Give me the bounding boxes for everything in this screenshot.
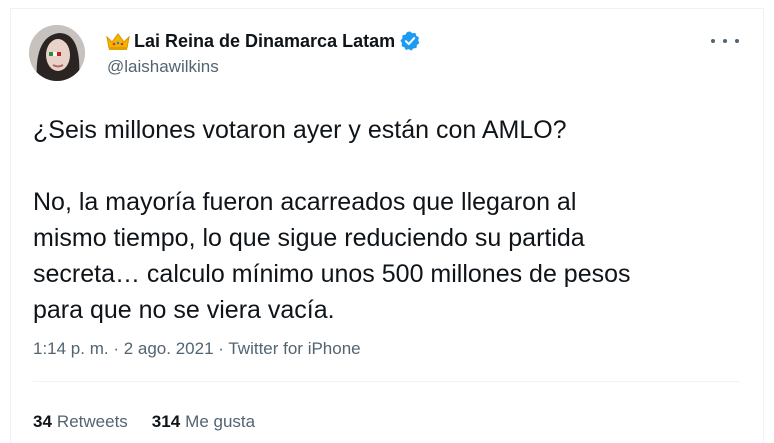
tweet-text-line: ¿Seis millones votaron ayer y están con … xyxy=(33,116,567,144)
tweet-source-link[interactable]: Twitter for iPhone xyxy=(228,339,360,358)
more-dot xyxy=(735,39,739,43)
author-display-name[interactable]: Lai Reina de Dinamarca Latam xyxy=(134,31,395,52)
tweet-card: Lai Reina de Dinamarca Latam @laishawilk… xyxy=(10,8,764,443)
tweet-date[interactable]: 2 ago. 2021 xyxy=(124,339,214,358)
tweet-text-line: mismo tiempo, lo que sigue reduciendo su… xyxy=(33,224,585,252)
likes-stat[interactable]: 314 Me gusta xyxy=(152,412,255,432)
meta-separator: · xyxy=(213,339,229,358)
retweets-count: 34 xyxy=(33,412,52,431)
avatar[interactable] xyxy=(29,25,85,81)
tweet-text-line: secreta… calculo mínimo unos 500 millone… xyxy=(33,260,631,288)
tweet-time[interactable]: 1:14 p. m. xyxy=(33,339,109,358)
more-options-icon[interactable] xyxy=(711,33,739,49)
divider xyxy=(33,381,739,382)
more-dot xyxy=(723,39,727,43)
likes-count: 314 xyxy=(151,412,181,431)
likes-label: Me gusta xyxy=(185,412,256,431)
author-name-row[interactable]: Lai Reina de Dinamarca Latam xyxy=(105,29,421,53)
retweets-stat[interactable]: 34 Retweets xyxy=(33,412,128,432)
engagement-stats: 34 Retweets 314 Me gusta xyxy=(33,412,255,432)
verified-badge-icon xyxy=(400,31,420,51)
tweet-text-line: para que no se viera vacía. xyxy=(33,296,335,324)
crown-icon xyxy=(106,33,130,50)
tweet-metadata: 1:14 p. m. · 2 ago. 2021 · Twitter for i… xyxy=(33,339,361,359)
tweet-text: ¿Seis millones votaron ayer y están con … xyxy=(33,112,743,328)
tweet-text-line: No, la mayoría fueron acarreados que lle… xyxy=(33,188,577,216)
author-handle[interactable]: @laishawilkins xyxy=(107,57,219,77)
more-dot xyxy=(711,39,715,43)
retweets-label: Retweets xyxy=(56,412,128,431)
meta-separator: · xyxy=(108,339,124,358)
avatar-photo xyxy=(29,25,85,81)
